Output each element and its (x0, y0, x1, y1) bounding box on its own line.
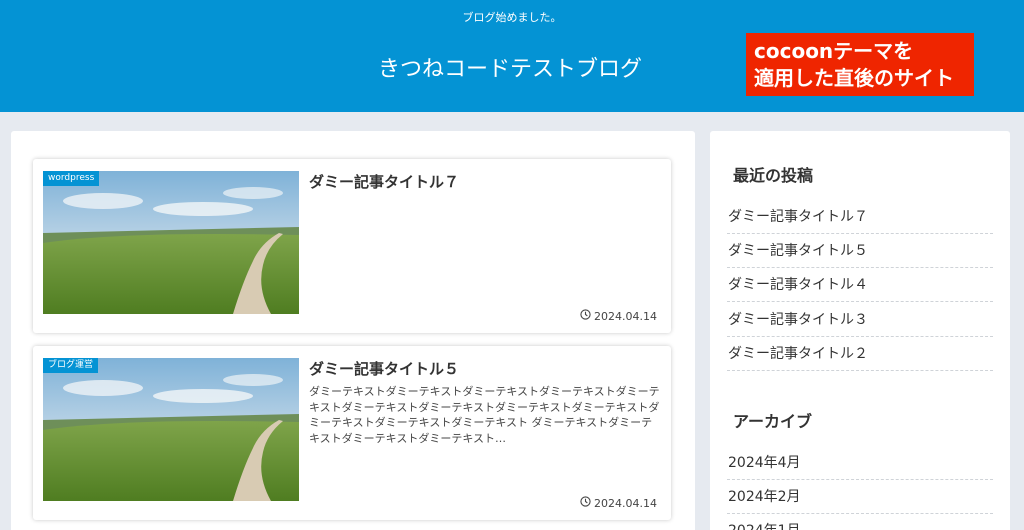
archive-link[interactable]: 2024年1月 (727, 514, 993, 530)
category-badge[interactable]: ブログ運営 (43, 358, 99, 373)
archive-link[interactable]: 2024年4月 (727, 446, 993, 480)
post-date: 2024.04.14 (580, 496, 657, 510)
recent-post-link[interactable]: ダミー記事タイトル７ (727, 200, 993, 234)
post-snippet: ダミーテキストダミーテキストダミーテキストダミーテキストダミーテキストダミーテキ… (309, 385, 660, 445)
post-date-text: 2024.04.14 (594, 496, 657, 510)
post-title[interactable]: ダミー記事タイトル５ (309, 358, 459, 379)
post-thumbnail[interactable] (43, 171, 299, 314)
site-tagline: ブログ始めました。 (462, 11, 562, 24)
post-thumbnail[interactable] (43, 358, 299, 501)
post-card[interactable]: ブログ運営 ダミー記事タイトル５ ダミーテキストダミーテキストダミーテキストダミ… (33, 346, 671, 520)
post-date-text: 2024.04.14 (594, 309, 657, 323)
site-title-link[interactable]: きつねコードテストブログ (310, 51, 710, 83)
archive-link[interactable]: 2024年2月 (727, 480, 993, 514)
annotation-line-2: 適用した直後のサイト (754, 66, 954, 90)
clock-icon (580, 496, 591, 510)
sidebar: 最近の投稿 ダミー記事タイトル７ ダミー記事タイトル５ ダミー記事タイトル４ ダ… (710, 131, 1010, 530)
category-badge[interactable]: wordpress (43, 171, 100, 186)
recent-posts-heading: 最近の投稿 (733, 166, 814, 185)
recent-post-link[interactable]: ダミー記事タイトル３ (727, 303, 993, 337)
archives-heading: アーカイブ (733, 412, 813, 431)
post-title[interactable]: ダミー記事タイトル７ (309, 171, 459, 192)
post-card[interactable]: wordpress ダミー記事タイトル７ 2024.04.14 (33, 159, 671, 333)
post-snippet (309, 197, 663, 259)
site-header: ブログ始めました。 きつねコードテストブログ cocoonテーマを 適用した直後… (0, 0, 1024, 112)
post-date: 2024.04.14 (580, 309, 657, 323)
recent-post-link[interactable]: ダミー記事タイトル２ (727, 337, 993, 371)
annotation-label: cocoonテーマを 適用した直後のサイト (746, 33, 974, 96)
recent-post-link[interactable]: ダミー記事タイトル４ (727, 268, 993, 302)
recent-post-link[interactable]: ダミー記事タイトル５ (727, 234, 993, 268)
annotation-line-1: cocoonテーマを (754, 39, 914, 63)
clock-icon (580, 309, 591, 323)
main-content: wordpress ダミー記事タイトル７ 2024.04.14 ブログ運営 ダミ… (11, 131, 695, 530)
